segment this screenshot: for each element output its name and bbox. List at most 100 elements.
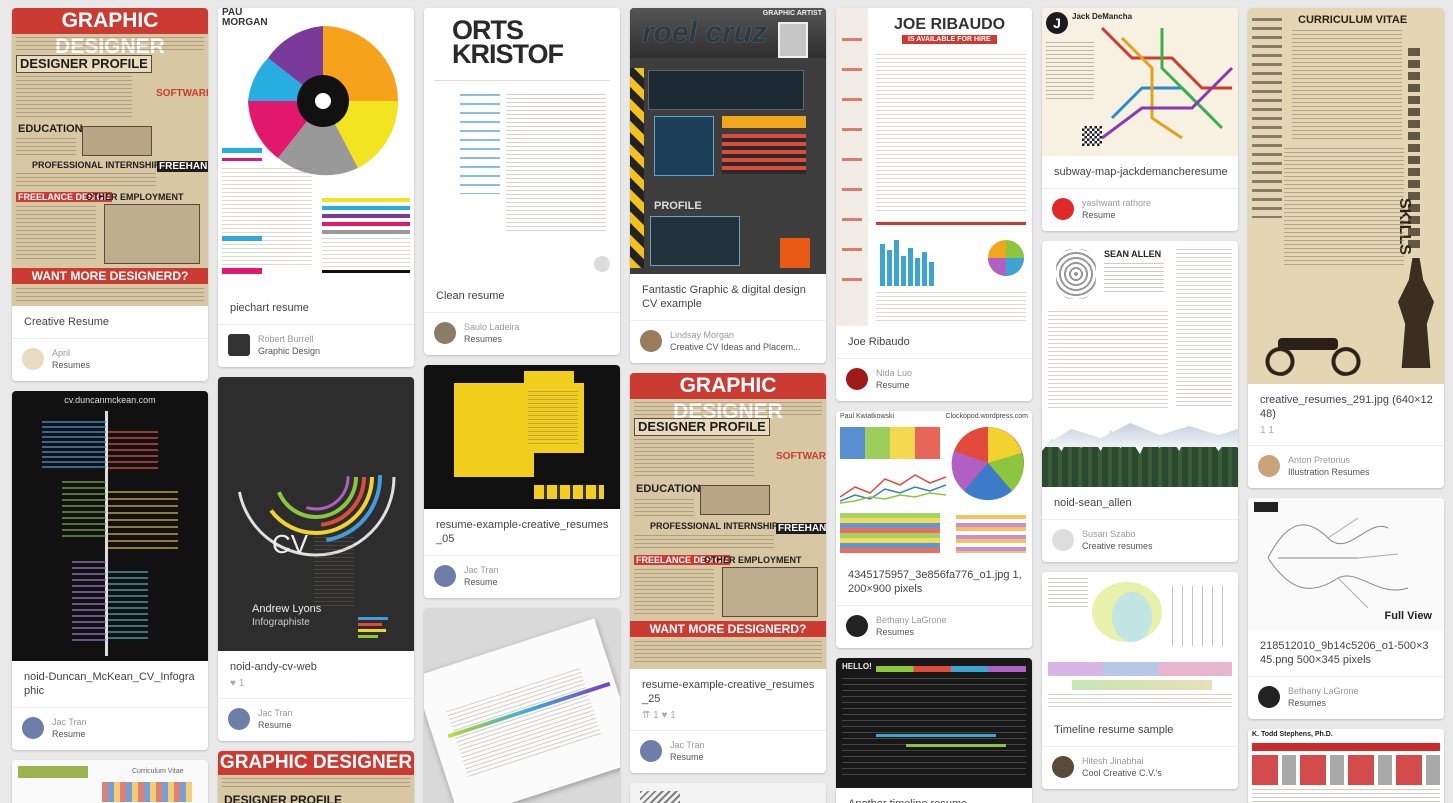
pin-attribution[interactable]: Bethany LaGrone Resumes xyxy=(836,605,1032,648)
pin-image[interactable]: J Jack DeMancha xyxy=(1042,8,1238,156)
pin-attribution[interactable]: Bethany LaGrone Resumes xyxy=(1248,676,1444,719)
pin-image[interactable]: CURRICULUM VITAE SKILLS xyxy=(1248,8,1444,384)
board-name: Resume xyxy=(876,380,910,390)
pin-stats: 1 1 xyxy=(1260,425,1274,436)
avatar xyxy=(1258,455,1280,477)
pin-attribution[interactable]: yashwant rathore Resume xyxy=(1042,188,1238,231)
pinner-name: Bethany LaGrone xyxy=(876,615,947,625)
board-name: Resume xyxy=(258,720,292,730)
thumb-name: roel cruz xyxy=(642,16,768,49)
pin-image[interactable]: ORTS KRISTOF xyxy=(424,8,620,280)
pin-resume-example-05[interactable]: resume-example-creative_resumes_05 Jac T… xyxy=(424,365,620,598)
pin-resume-example-25[interactable]: GRAPHIC DESIGNER DESIGNER PROFILE SOFTWA… xyxy=(630,373,826,773)
pin-attribution[interactable]: Jac Tran Resume xyxy=(630,730,826,773)
avatar xyxy=(846,615,868,637)
thumb-name: Paul Kwiatkowski xyxy=(840,413,895,420)
pin-image[interactable]: GRAPHIC DESIGNER DESIGNER PROFILE xyxy=(218,751,414,803)
board-name: Resume xyxy=(670,752,704,762)
pin-image[interactable] xyxy=(1042,572,1238,714)
pin-another-timeline[interactable]: HELLO! Another timeline resume xyxy=(836,658,1032,803)
pin-image[interactable]: SEAN ALLEN xyxy=(1042,241,1238,487)
pin-stephens-partial[interactable]: K. Todd Stephens, Ph.D. xyxy=(1248,729,1444,803)
pin-image[interactable]: roel cruz GRAPHIC ARTIST PROFILE xyxy=(630,8,826,274)
poster-profile: DESIGNER PROFILE xyxy=(638,419,766,434)
pin-image[interactable]: CV Andrew Lyons Infographiste xyxy=(218,377,414,651)
avatar xyxy=(1052,529,1074,551)
pin-attribution[interactable]: Saulo Ladeira Resumes xyxy=(424,312,620,355)
pin-attribution[interactable]: Susan Szabo Creative resumes xyxy=(1042,519,1238,562)
pin-500x345[interactable]: Full View 218512010_9b14c5206_o1-500×345… xyxy=(1248,498,1444,719)
pin-sean-allen[interactable]: SEAN ALLEN noid-sean_allen Susan Szabo C… xyxy=(1042,241,1238,562)
pinner-name: Jac Tran xyxy=(258,708,293,718)
pin-fantastic-graphic[interactable]: roel cruz GRAPHIC ARTIST PROFILE Fantast… xyxy=(630,8,826,363)
pin-joe-ribaudo[interactable]: JOE RIBAUDO IS AVAILABLE FOR HIRE Joe Ri… xyxy=(836,8,1032,401)
poster-profile: DESIGNER PROFILE xyxy=(224,793,343,803)
pin-image[interactable]: Curriculum Vitae xyxy=(12,760,208,803)
pin-image[interactable] xyxy=(424,608,620,803)
pin-creative-resume[interactable]: GRAPHIC DESIGNER DESIGNER PROFILE SOFTWA… xyxy=(12,8,208,381)
pin-attribution[interactable]: Jac Tran Resume xyxy=(218,698,414,741)
poster-education: EDUCATION xyxy=(18,123,83,135)
pin-curriculum-vitae-partial[interactable]: Curriculum Vitae xyxy=(12,760,208,803)
pin-piechart-resume[interactable]: PAU MORGAN piechart resume Robert Burrel… xyxy=(218,8,414,367)
pinner-name: Hitesh Jinabhai xyxy=(1082,756,1144,766)
pin-description: Another timeline resume xyxy=(836,788,1032,803)
board-name: Creative resumes xyxy=(1082,541,1153,551)
thumb-role: GRAPHIC ARTIST xyxy=(762,10,822,17)
pin-image[interactable]: PAU MORGAN xyxy=(218,8,414,292)
pin-subway-map[interactable]: J Jack DeMancha subway-map-jackdemancher… xyxy=(1042,8,1238,231)
full-view-label[interactable]: Full View xyxy=(1385,610,1432,622)
pin-image[interactable]: JOE RIBAUDO IS AVAILABLE FOR HIRE xyxy=(836,8,1032,326)
pin-image[interactable] xyxy=(424,365,620,509)
pin-description: resume-example-creative_resumes_25 xyxy=(642,679,815,705)
pinner-name: Lindsay Morgan xyxy=(670,330,735,340)
pin-graphic-designer-partial[interactable]: GRAPHIC DESIGNER DESIGNER PROFILE xyxy=(218,751,414,803)
thumb-cv: CV xyxy=(272,529,309,559)
pin-image[interactable] xyxy=(630,783,826,803)
pin-image[interactable]: cv.duncanmckean.com xyxy=(12,391,208,661)
thumb-tagline: IS AVAILABLE FOR HIRE xyxy=(902,35,997,44)
pin-image[interactable]: Full View xyxy=(1248,498,1444,630)
pin-description: noid-andy-cv-web xyxy=(230,661,317,673)
poster-freehand: FREEHAND xyxy=(776,523,826,534)
pin-attribution[interactable]: Jac Tran Resume xyxy=(12,707,208,750)
pin-attribution[interactable]: April Resumes xyxy=(12,338,208,381)
pin-creative-resumes-291[interactable]: CURRICULUM VITAE SKILLS creative_resumes… xyxy=(1248,8,1444,488)
pin-andy-cv-web[interactable]: CV Andrew Lyons Infographiste noid-andy-… xyxy=(218,377,414,741)
pinner-name: Bethany LaGrone xyxy=(1288,686,1359,696)
pin-attribution[interactable]: Anton Pretorius Illustration Resumes xyxy=(1248,445,1444,488)
pinner-name: Jac Tran xyxy=(670,740,705,750)
pie-chart-graphic xyxy=(951,427,1024,501)
pin-description: 218512010_9b14c5206_o1-500×345.png 500×3… xyxy=(1260,640,1429,666)
column-4: roel cruz GRAPHIC ARTIST PROFILE Fantast… xyxy=(630,8,826,803)
pin-description: creative_resumes_291.jpg (640×1248) xyxy=(1260,394,1433,420)
board-name: Resumes xyxy=(1288,698,1327,708)
pin-description: resume-example-creative_resumes_05 xyxy=(436,519,609,545)
pin-description: 4345175957_3e856fa776_o1.jpg 1,200×900 p… xyxy=(848,569,1022,595)
pin-image[interactable]: Paul Kwiatkowski Clockopod.wordpress.com xyxy=(836,411,1032,559)
pin-clean-resume[interactable]: ORTS KRISTOF Clean resume Saulo Ladeira … xyxy=(424,8,620,355)
pin-attribution[interactable]: Jac Tran Resume xyxy=(424,555,620,598)
pin-attribution[interactable]: Lindsay Morgan Creative CV Ideas and Pla… xyxy=(630,320,826,363)
pin-image[interactable]: GRAPHIC DESIGNER DESIGNER PROFILE SOFTWA… xyxy=(630,373,826,669)
avatar xyxy=(640,740,662,762)
pin-timeline-sample[interactable]: Timeline resume sample Hitesh Jinabhai C… xyxy=(1042,572,1238,789)
pin-image[interactable]: GRAPHIC DESIGNER DESIGNER PROFILE SOFTWA… xyxy=(12,8,208,306)
column-3: ORTS KRISTOF Clean resume Saulo Ladeira … xyxy=(424,8,620,803)
pin-attribution[interactable]: Robert Burrell Graphic Design xyxy=(218,324,414,367)
avatar xyxy=(434,565,456,587)
pin-description: Clean resume xyxy=(436,290,505,302)
pinner-name: Jac Tran xyxy=(52,717,87,727)
pin-sketch-partial[interactable] xyxy=(630,783,826,803)
pin-1200x900[interactable]: Paul Kwiatkowski Clockopod.wordpress.com xyxy=(836,411,1032,648)
pin-attribution[interactable]: Nida Luo Resume xyxy=(836,358,1032,401)
board-name: Resumes xyxy=(464,334,503,344)
pin-attribution[interactable]: Hitesh Jinabhai Cool Creative C.V.'s xyxy=(1042,746,1238,789)
pin-duncan-mckean[interactable]: cv.duncanmckean.com noid-Duncan_McKean_C… xyxy=(12,391,208,750)
pin-image[interactable]: HELLO! xyxy=(836,658,1032,788)
board-name: Resume xyxy=(52,729,86,739)
thumb-name: K. Todd Stephens, Ph.D. xyxy=(1252,731,1333,738)
pin-image[interactable]: K. Todd Stephens, Ph.D. xyxy=(1248,729,1444,803)
board-name: Resumes xyxy=(876,627,915,637)
pin-timeline-paper-partial[interactable] xyxy=(424,608,620,803)
